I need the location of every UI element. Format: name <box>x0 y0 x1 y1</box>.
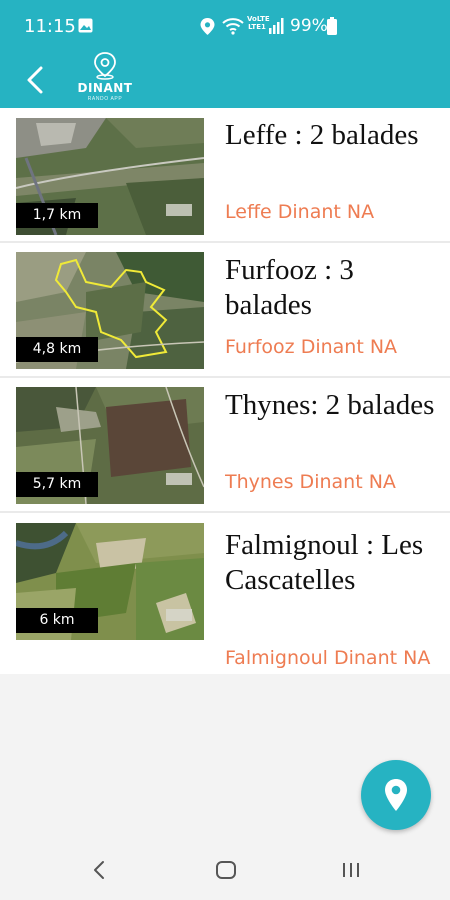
walk-title: Thynes: 2 balades <box>225 389 435 421</box>
walk-distance: 6 km <box>16 608 98 633</box>
walk-subtitle: Furfooz Dinant NA <box>225 336 398 358</box>
walk-item-falmignoul[interactable]: 6 km Falmignoul : Les Cascatelles Falmig… <box>0 513 450 674</box>
walk-map-thumbnail: 5,7 km <box>16 387 204 504</box>
walk-subtitle: Leffe Dinant NA <box>225 201 375 223</box>
walk-map-thumbnail: 1,7 km <box>16 118 204 235</box>
wifi-icon <box>222 18 244 35</box>
logo-pin-icon <box>94 52 116 80</box>
walk-subtitle: Falmignoul Dinant NA <box>225 647 431 669</box>
nav-back-icon[interactable] <box>88 858 112 882</box>
walk-distance: 1,7 km <box>16 203 98 228</box>
app-bar: DINANT RANDO APP <box>0 52 450 108</box>
walk-map-thumbnail: 4,8 km <box>16 252 204 369</box>
map-fab-button[interactable] <box>361 760 431 830</box>
battery-icon <box>327 17 337 35</box>
walk-title: Leffe : 2 balades <box>225 119 419 151</box>
map-pin-icon <box>385 779 407 811</box>
walk-list: 1,7 km Leffe : 2 balades Leffe Dinant NA… <box>0 108 450 674</box>
walk-distance: 4,8 km <box>16 337 98 362</box>
walk-item-furfooz[interactable]: 4,8 km Furfooz : 3 balades Furfooz Dinan… <box>0 243 450 378</box>
network-type-label: VoLTE LTE1 <box>247 15 270 31</box>
walk-distance: 5,7 km <box>16 472 98 497</box>
gallery-notification-icon <box>78 18 93 33</box>
status-time: 11:15 <box>24 16 76 37</box>
nav-home-icon[interactable] <box>214 858 238 882</box>
walk-item-leffe[interactable]: 1,7 km Leffe : 2 balades Leffe Dinant NA <box>0 108 450 243</box>
signal-strength-icon <box>269 18 284 34</box>
walk-item-thynes[interactable]: 5,7 km Thynes: 2 balades Thynes Dinant N… <box>0 378 450 513</box>
walk-title: Falmignoul : Les Cascatelles <box>225 529 424 596</box>
walk-map-thumbnail: 6 km <box>16 523 204 640</box>
walk-subtitle: Thynes Dinant NA <box>225 471 396 493</box>
walk-title: Furfooz : 3 balades <box>225 254 354 321</box>
logo-title: DINANT <box>77 81 133 95</box>
battery-percent: 99% <box>290 16 328 36</box>
app-logo: DINANT RANDO APP <box>74 52 136 106</box>
logo-subtitle: RANDO APP <box>87 96 123 102</box>
system-nav-bar <box>0 840 450 900</box>
location-status-icon <box>200 18 215 35</box>
nav-recent-apps-icon[interactable] <box>339 858 363 882</box>
status-bar: 11:15 VoLTE LTE1 99% <box>0 0 450 52</box>
back-arrow-icon[interactable] <box>20 64 52 96</box>
